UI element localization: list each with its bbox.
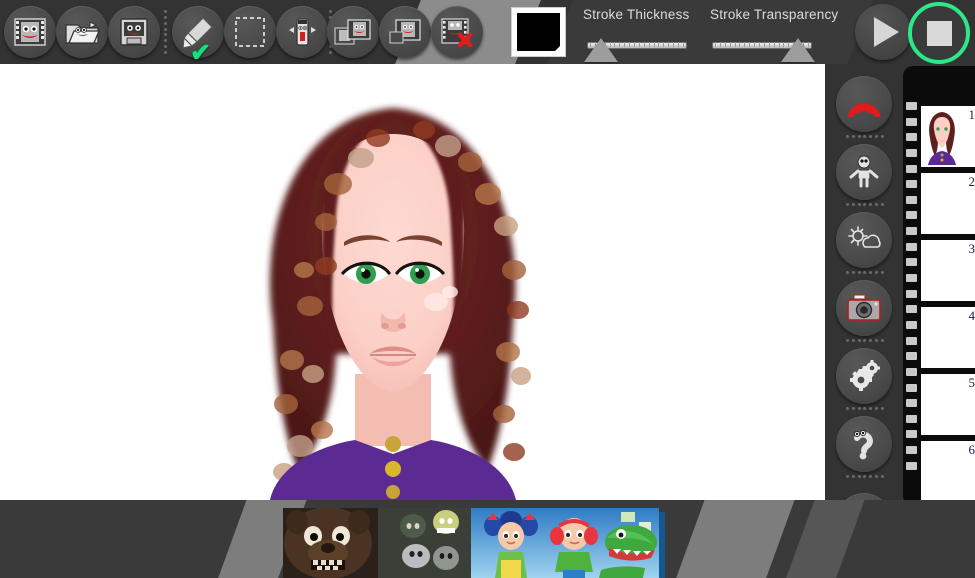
sun-cloud-icon [846,225,882,255]
frame-1-artwork-thumb [922,108,962,165]
gears-icon [846,359,882,393]
pen-tool-button[interactable]: ✔ [172,6,224,58]
stick-figure-icon [847,155,881,189]
stroke-transparency-slider[interactable] [712,36,812,62]
ad-right-image [471,508,659,578]
stroke-thickness-label: Stroke Thickness [583,7,690,22]
side-separator-2 [846,203,884,207]
frame-thumbnail[interactable]: 3 [921,240,975,301]
stop-icon [927,21,952,46]
filmstrip-sprockets [906,102,917,470]
gold-button-3 [386,485,400,499]
frame-list: 1 2 3 4 5 6 [921,106,975,506]
save-disk-icon [118,17,150,47]
current-color-fill [517,13,560,51]
slider-knob-triangle-icon [781,38,815,62]
stroke-thickness-knob[interactable] [584,38,618,62]
new-movie-icon [13,17,47,47]
ad-thumbnail-right[interactable] [471,508,659,578]
slider-knob-triangle-icon [584,38,618,62]
drawing-canvas[interactable] [0,64,825,500]
gold-button-1 [385,436,401,452]
frame-thumbnail[interactable]: 4 [921,307,975,368]
ad-thumbnail-left[interactable] [283,508,471,578]
bottom-diagonal-accent-2 [672,500,798,578]
add-frame-button[interactable] [379,6,431,58]
undo-button[interactable] [836,76,892,132]
delete-frame-button[interactable] [431,6,483,58]
help-button[interactable] [836,416,892,472]
side-separator-3 [846,271,884,275]
eraser-tool-button[interactable] [276,6,328,58]
new-movie-button[interactable] [4,6,56,58]
play-button[interactable] [855,4,911,60]
frame-number: 5 [969,375,975,391]
side-separator-5 [846,407,884,411]
settings-button[interactable] [836,348,892,404]
eraser-icon [284,15,320,49]
side-tool-column [836,68,896,504]
backgrounds-button[interactable] [836,212,892,268]
characters-button[interactable] [836,144,892,200]
frame-thumbnail[interactable]: 5 [921,374,975,435]
ad-thumbnail-strip[interactable] [283,508,659,578]
duplicate-frame-button[interactable] [327,6,379,58]
save-movie-button[interactable] [108,6,160,58]
portrait-artwork [218,74,568,500]
toolbar-separator-1 [164,10,168,54]
stroke-thickness-slider[interactable] [587,36,687,62]
selection-marquee-icon [233,15,267,49]
play-icon [874,17,899,47]
frame-thumbnail[interactable]: 2 [921,173,975,234]
current-color-swatch[interactable] [511,7,566,57]
open-folder-icon [64,17,100,47]
frame-number: 3 [969,241,975,257]
stroke-transparency-label: Stroke Transparency [710,7,838,22]
open-movie-button[interactable] [56,6,108,58]
frame-number: 2 [969,174,975,190]
frame-thumbnail[interactable]: 1 [921,106,975,167]
side-separator-6 [846,475,884,479]
stroke-transparency-knob[interactable] [781,38,815,62]
bottom-diagonal-accent-3 [782,500,868,578]
add-frame-icon [388,17,422,47]
gold-button-2 [385,461,401,477]
select-tool-button[interactable] [224,6,276,58]
duplicate-frame-icon [334,17,372,47]
pen-tool-active-check: ✔ [190,41,211,64]
top-toolbar: ✔ [0,0,975,64]
cheek-highlight-2 [442,286,458,298]
delete-frame-icon [439,16,475,48]
ad-left-image [283,508,471,578]
color-picker-corner-icon [554,45,561,52]
question-mark-icon [847,427,881,461]
nostril-right [398,323,406,329]
frame-number: 6 [969,442,975,458]
stop-button[interactable] [908,2,970,64]
app-root: ✔ [0,0,975,578]
camera-icon [846,294,882,322]
nostril-left [381,323,389,329]
frame-filmstrip[interactable]: 1 2 3 4 5 6 [903,66,975,506]
undo-arc-icon [847,91,881,117]
side-separator-4 [846,339,884,343]
side-separator-1 [846,135,884,139]
frame-number: 4 [969,308,975,324]
camera-button[interactable] [836,280,892,336]
frame-thumbnail[interactable]: 6 [921,441,975,502]
